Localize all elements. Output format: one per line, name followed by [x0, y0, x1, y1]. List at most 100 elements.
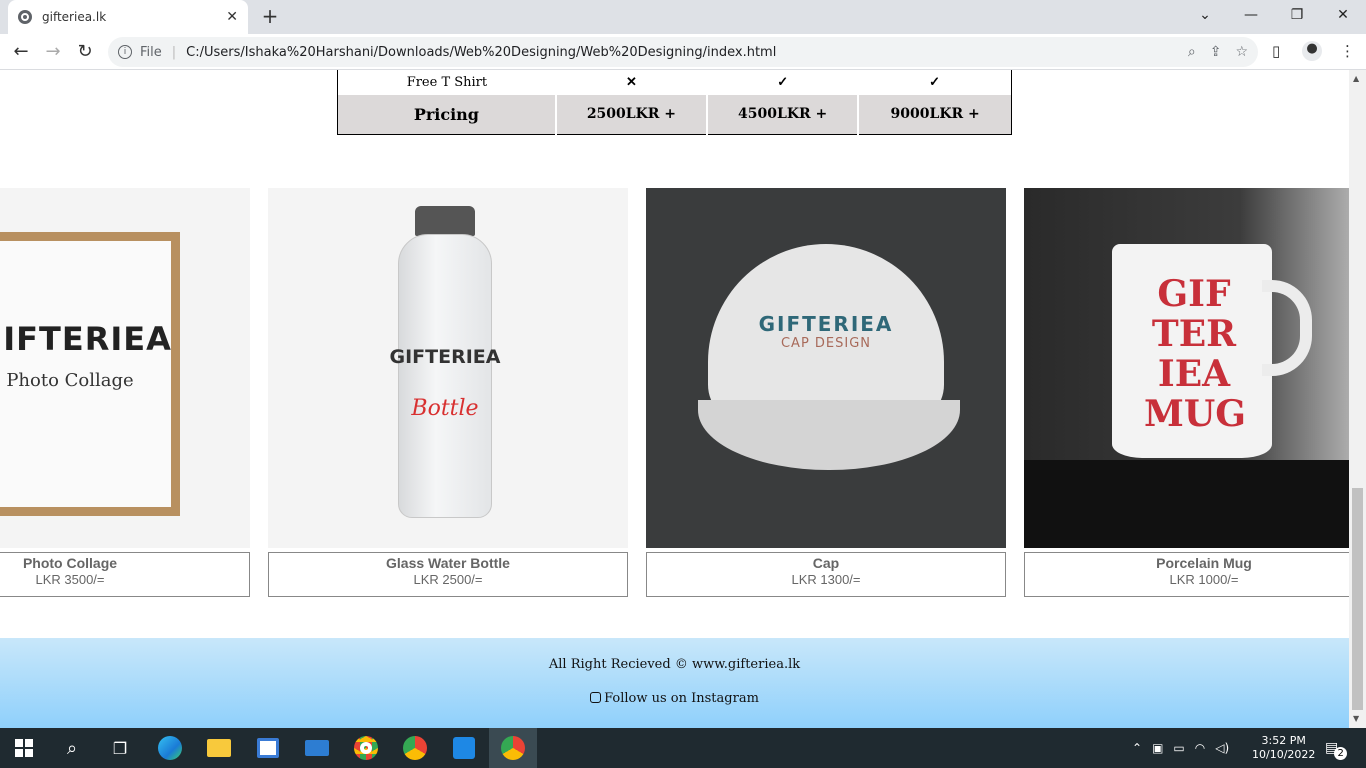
product-name: Cap [812, 555, 840, 571]
clock-time: 3:52 PM [1261, 734, 1306, 747]
clock-date: 10/10/2022 [1252, 748, 1316, 761]
zoom-icon[interactable]: ⌕ [1188, 44, 1196, 60]
image-title: GIFTERIEA [389, 346, 501, 368]
battery-icon[interactable]: ▭ [1173, 741, 1184, 755]
product-gallery: GIFTERIEA Photo Collage Photo Collage LK… [0, 188, 1349, 598]
back-button[interactable]: ← [9, 41, 33, 62]
product-card[interactable]: GIF TER IEA MUG Porcelain Mug LKR 1000/= [1024, 188, 1349, 597]
product-name: Glass Water Bottle [386, 555, 510, 571]
share-icon[interactable]: ⇪ [1210, 44, 1222, 60]
mug-handle-shape [1262, 280, 1312, 376]
minimize-button[interactable]: — [1228, 0, 1274, 30]
pricing-table: Free T Shirt ✕ ✓ ✓ Pricing 2500LKR + 450… [337, 70, 1012, 135]
copyright-text: All Right Recieved © www.gifteriea.lk [548, 657, 801, 672]
image-subtitle: CAP DESIGN [780, 336, 872, 351]
search-icon[interactable]: ⌕ [48, 728, 96, 768]
mug-text: GIF TER IEA MUG [1144, 273, 1246, 435]
address-prefix: File [140, 44, 162, 60]
mug-line: GIF [1157, 273, 1231, 315]
table-surface-shape [1024, 460, 1349, 548]
image-title: GIFTERIEA [0, 320, 172, 358]
file-explorer-icon[interactable] [195, 728, 243, 768]
notifications-button[interactable]: ▤ 2 [1325, 728, 1348, 768]
product-card[interactable]: GIFTERIEA CAP DESIGN Cap LKR 1300/= [646, 188, 1006, 597]
wifi-icon[interactable]: ◠ [1195, 741, 1205, 755]
chrome-profile-icon[interactable] [342, 728, 390, 768]
instagram-link[interactable]: Follow us on Instagram [0, 691, 1349, 706]
product-image[interactable]: GIFTERIEA Bottle [268, 188, 628, 548]
product-caption: Glass Water Bottle LKR 2500/= [268, 552, 628, 597]
mail-icon[interactable] [293, 728, 341, 768]
start-button[interactable] [0, 728, 48, 768]
vertical-scrollbar[interactable]: ▲ ▼ [1349, 70, 1366, 728]
browser-toolbar: ← → ↻ i File | C:/Users/Ishaka%20Harshan… [0, 34, 1366, 70]
clock[interactable]: 3:52 PM 10/10/2022 [1252, 728, 1315, 768]
table-row: Free T Shirt ✕ ✓ ✓ [338, 70, 1012, 95]
new-tab-button[interactable]: + [258, 4, 282, 28]
bottle-cap-shape [415, 206, 475, 236]
mug-line: MUG [1144, 393, 1246, 435]
volume-icon[interactable]: ◁) [1215, 741, 1229, 755]
tab-search-icon[interactable]: ⌄ [1182, 0, 1228, 30]
close-tab-icon[interactable]: ✕ [226, 9, 238, 25]
scroll-up-icon[interactable]: ▲ [1353, 74, 1359, 83]
reload-button[interactable]: ↻ [73, 41, 97, 62]
instagram-icon [590, 692, 602, 703]
instagram-link-label: Follow us on Instagram [604, 691, 759, 706]
scroll-down-icon[interactable]: ▼ [1353, 714, 1359, 723]
store-icon[interactable] [244, 728, 292, 768]
check-icon: ✓ [929, 75, 941, 91]
windows-logo-icon [15, 739, 33, 757]
globe-icon [18, 10, 32, 24]
browser-tab[interactable]: gifteriea.lk ✕ [8, 0, 248, 34]
product-price: LKR 1300/= [791, 572, 861, 587]
product-image[interactable]: GIFTERIEA Photo Collage [0, 188, 250, 548]
side-panel-icon[interactable]: ▯ [1272, 42, 1280, 60]
product-caption: Porcelain Mug LKR 1000/= [1024, 552, 1349, 597]
tab-title: gifteriea.lk [42, 10, 107, 24]
url-text[interactable]: C:/Users/Ishaka%20Harshani/Downloads/Web… [186, 45, 776, 60]
product-card[interactable]: GIFTERIEA Photo Collage Photo Collage LK… [0, 188, 250, 597]
image-subtitle: Bottle [411, 396, 479, 421]
chrome-profile-icon[interactable] [391, 728, 439, 768]
bookmark-star-icon[interactable]: ☆ [1235, 44, 1248, 60]
vscode-icon[interactable] [440, 728, 488, 768]
mug-line: IEA [1157, 353, 1231, 395]
forward-button[interactable]: → [41, 41, 65, 62]
mug-line: TER [1151, 313, 1237, 355]
task-view-icon[interactable]: ❐ [96, 728, 144, 768]
product-price: LKR 2500/= [413, 572, 483, 587]
price-basic: 2500LKR + [554, 94, 708, 135]
browser-titlebar: gifteriea.lk ✕ + ⌄ — ❐ ✕ [0, 0, 1366, 34]
check-icon: ✓ [777, 75, 789, 91]
product-card[interactable]: GIFTERIEA Bottle Glass Water Bottle LKR … [268, 188, 628, 597]
pricing-row: Pricing 2500LKR + 4500LKR + 9000LKR + [337, 94, 1012, 135]
address-divider: | [171, 44, 177, 60]
product-caption: Photo Collage LKR 3500/= [0, 552, 250, 597]
chevron-up-icon[interactable]: ⌃ [1132, 741, 1142, 755]
restore-button[interactable]: ❐ [1274, 0, 1320, 30]
chrome-icon[interactable] [489, 728, 537, 768]
price-standard: 4500LKR + [706, 94, 859, 135]
row-label: Free T Shirt [406, 75, 488, 91]
meet-now-icon[interactable]: ▣ [1152, 741, 1163, 755]
price-premium: 9000LKR + [857, 94, 1012, 135]
product-image[interactable]: GIFTERIEA CAP DESIGN [646, 188, 1006, 548]
menu-icon[interactable]: ⋮ [1340, 42, 1355, 60]
close-window-button[interactable]: ✕ [1320, 0, 1366, 30]
windows-taskbar: ⌕ ❐ ⌃ ▣ ▭ ◠ ◁) 3:52 PM 10/10/2022 ▤ 2 [0, 728, 1366, 768]
bottle-body-shape [398, 234, 492, 518]
address-bar[interactable]: i File | C:/Users/Ishaka%20Harshani/Down… [108, 37, 1258, 67]
cross-icon: ✕ [625, 75, 637, 91]
info-icon[interactable]: i [118, 45, 132, 59]
edge-icon[interactable] [146, 728, 194, 768]
system-tray: ⌃ ▣ ▭ ◠ ◁) [1132, 728, 1229, 768]
product-price: LKR 3500/= [35, 572, 105, 587]
scrollbar-thumb[interactable] [1352, 488, 1363, 710]
pricing-label: Pricing [337, 94, 556, 135]
notification-count: 2 [1334, 746, 1348, 760]
product-image[interactable]: GIF TER IEA MUG [1024, 188, 1349, 548]
product-price: LKR 1000/= [1169, 572, 1239, 587]
profile-avatar[interactable]: ● [1302, 41, 1322, 61]
product-caption: Cap LKR 1300/= [646, 552, 1006, 597]
